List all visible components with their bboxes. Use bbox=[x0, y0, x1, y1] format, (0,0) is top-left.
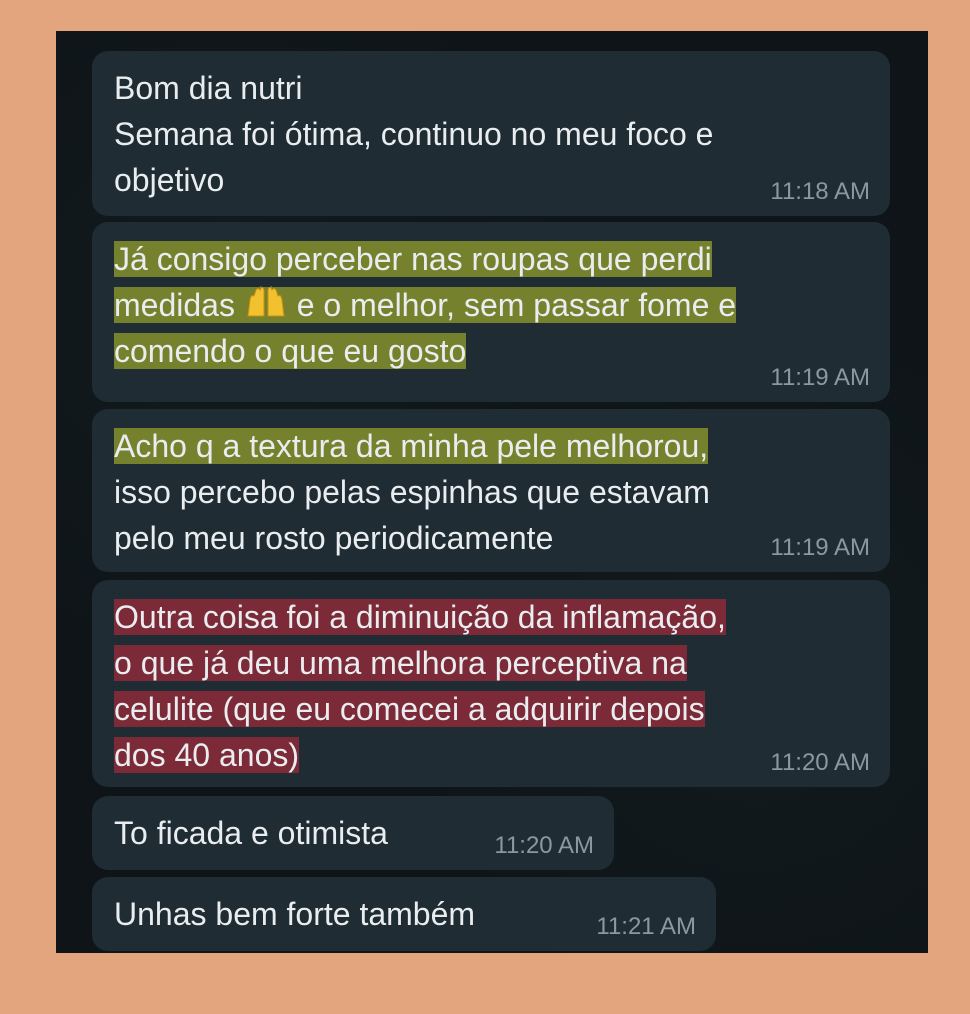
message-text: Acho q a textura da minha pele melhorou, bbox=[114, 428, 709, 464]
message-text: comendo o que eu gosto bbox=[114, 333, 467, 369]
message-line: o que já deu uma melhora perceptiva na bbox=[114, 640, 874, 686]
message-timestamp: 11:19 AM bbox=[770, 364, 870, 391]
message-text: e o melhor, sem passar fome e bbox=[296, 287, 737, 323]
message-line: celulite (que eu comecei a adquirir depo… bbox=[114, 686, 874, 732]
message-line: dos 40 anos) bbox=[114, 732, 874, 778]
message-timestamp: 11:18 AM bbox=[770, 178, 870, 205]
message-line: comendo o que eu gosto bbox=[114, 328, 874, 374]
message-timestamp: 11:20 AM bbox=[494, 832, 594, 859]
message-text: Semana foi ótima, continuo no meu foco e bbox=[114, 116, 714, 152]
message-text: celulite (que eu comecei a adquirir depo… bbox=[114, 691, 705, 727]
message-timestamp: 11:20 AM bbox=[770, 749, 870, 776]
message-text: objetivo bbox=[114, 162, 225, 198]
message-line: Outra coisa foi a diminuição da inflamaç… bbox=[114, 594, 874, 640]
highlighted-segment: medidas e o melhor, sem passar fome e bbox=[114, 286, 737, 323]
raising-hands-emoji-icon bbox=[247, 286, 285, 317]
message-bubble[interactable]: Acho q a textura da minha pele melhorou,… bbox=[92, 409, 890, 572]
message-bubble[interactable]: To ficada e otimista 11:20 AM bbox=[92, 796, 614, 870]
message-bubble[interactable]: Já consigo perceber nas roupas que perdi… bbox=[92, 222, 890, 402]
message-text: isso percebo pelas espinhas que estavam bbox=[114, 474, 710, 510]
message-bubble[interactable]: Unhas bem forte também 11:21 AM bbox=[92, 877, 716, 951]
message-bubble[interactable]: Outra coisa foi a diminuição da inflamaç… bbox=[92, 580, 890, 787]
message-text: medidas bbox=[114, 287, 235, 323]
message-text: dos 40 anos) bbox=[114, 737, 300, 773]
message-line: medidas e o melhor, sem passar fome e bbox=[114, 282, 874, 328]
message-line: Já consigo perceber nas roupas que perdi bbox=[114, 236, 874, 282]
message-timestamp: 11:21 AM bbox=[596, 913, 696, 940]
message-text: pelo meu rosto periodicamente bbox=[114, 520, 554, 556]
message-line: Acho q a textura da minha pele melhorou, bbox=[114, 423, 874, 469]
message-text: o que já deu uma melhora perceptiva na bbox=[114, 645, 687, 681]
message-text: Outra coisa foi a diminuição da inflamaç… bbox=[114, 599, 726, 635]
message-text: Bom dia nutri bbox=[114, 70, 303, 106]
chat-screenshot: Bom dia nutri Semana foi ótima, continuo… bbox=[56, 31, 928, 953]
message-bubble[interactable]: Bom dia nutri Semana foi ótima, continuo… bbox=[92, 51, 890, 216]
message-timestamp: 11:19 AM bbox=[770, 534, 870, 561]
message-text: Já consigo perceber nas roupas que perdi bbox=[114, 241, 712, 277]
